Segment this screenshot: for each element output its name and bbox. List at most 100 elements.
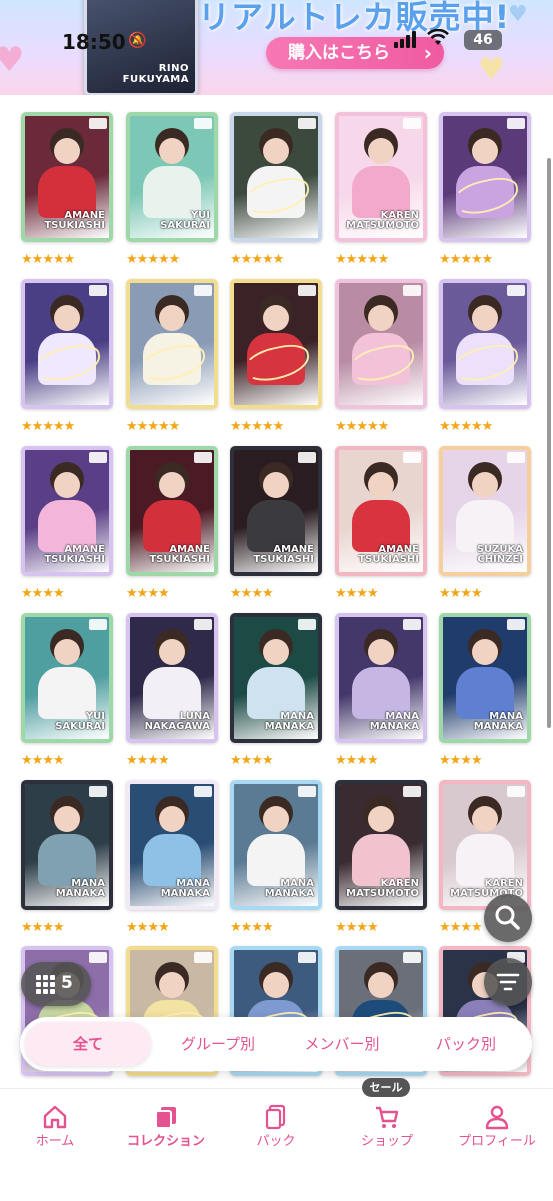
banner-card-name-first: RINO: [158, 63, 189, 74]
collection-card[interactable]: SUZUKA CHINZEI: [439, 446, 531, 576]
collection-card[interactable]: MANA MANAKA: [126, 780, 218, 910]
collection-card[interactable]: [439, 112, 531, 242]
collection-card[interactable]: AMANE TSUKIASHI: [126, 446, 218, 576]
star-icon: ★: [52, 586, 65, 601]
collection-card[interactable]: KAREN MATSUMOTO: [335, 780, 427, 910]
tab-all[interactable]: 全て: [25, 1022, 151, 1066]
tab-by-pack[interactable]: パック別: [404, 1022, 528, 1066]
promo-banner[interactable]: ♥ ♥ ♥ RINO FUKUYAMA リアルトレカ販売中! 購入はこちら ›: [0, 0, 553, 95]
star-icon: ★: [136, 252, 149, 267]
star-icon: ★: [31, 753, 44, 768]
banner-purchase-button[interactable]: 購入はこちら ›: [266, 37, 444, 69]
tab-by-member[interactable]: メンバー別: [280, 1022, 404, 1066]
star-icon: ★: [21, 753, 33, 768]
collection-card[interactable]: AMANE TSUKIASHI: [230, 446, 322, 576]
collection-card[interactable]: MANA MANAKA: [439, 613, 531, 743]
star-icon: ★: [157, 586, 170, 601]
star-icon: ★: [439, 920, 451, 935]
search-button[interactable]: [484, 894, 532, 942]
card-name-last: MANAKA: [55, 888, 105, 899]
nav-shop[interactable]: ショップ: [337, 1089, 437, 1169]
card-collection-grid[interactable]: AMANE TSUKIASHI ★★★★★ YUI SAKURAI ★★★★★ ★★★★★ K…: [0, 95, 553, 1085]
star-icon: ★: [439, 586, 451, 601]
collection-card[interactable]: MANA MANAKA: [230, 780, 322, 910]
star-icon: ★: [42, 419, 54, 434]
card-name-last: TSUKIASHI: [253, 554, 314, 565]
star-icon: ★: [366, 419, 379, 434]
card-figure-head: [159, 305, 185, 331]
banner-card-name-last: FUKUYAMA: [122, 74, 189, 85]
card-figure-head: [368, 472, 394, 498]
star-icon: ★: [449, 920, 462, 935]
collection-card[interactable]: KAREN MATSUMOTO: [439, 780, 531, 910]
collection-card[interactable]: AMANE TSUKIASHI: [21, 446, 113, 576]
star-icon: ★: [240, 252, 253, 267]
collection-card[interactable]: [230, 279, 322, 409]
card-brand-logo: [194, 285, 212, 296]
card-rarity-stars: ★★★★: [439, 582, 483, 601]
star-icon: ★: [460, 419, 472, 434]
collection-card[interactable]: MANA MANAKA: [335, 613, 427, 743]
card-brand-logo: [298, 619, 316, 630]
collection-card[interactable]: YUI SAKURAI: [126, 112, 218, 242]
card-brand-logo: [507, 619, 525, 630]
star-icon: ★: [147, 419, 159, 434]
card-figure-head: [263, 472, 289, 498]
filter-button[interactable]: [484, 958, 532, 1006]
star-icon: ★: [42, 920, 54, 935]
grid-columns-button[interactable]: 5: [21, 962, 91, 1006]
filter-icon: [496, 973, 520, 991]
collection-card[interactable]: LUNA NAKAGAWA: [126, 613, 218, 743]
collection-card[interactable]: KAREN MATSUMOTO: [335, 112, 427, 242]
star-icon: ★: [52, 920, 65, 935]
collection-card[interactable]: YUI SAKURAI: [21, 613, 113, 743]
nav-home-label: ホーム: [35, 1134, 75, 1149]
banner-purchase-label: 購入はこちら: [288, 43, 390, 63]
star-icon: ★: [272, 419, 285, 434]
nav-home[interactable]: ホーム: [5, 1089, 105, 1169]
star-icon: ★: [147, 753, 159, 768]
card-rarity-stars: ★★★★★: [439, 415, 493, 434]
star-icon: ★: [21, 586, 33, 601]
collection-card[interactable]: MANA MANAKA: [21, 780, 113, 910]
nav-profile[interactable]: プロフィール: [447, 1089, 547, 1169]
collection-card[interactable]: AMANE TSUKIASHI: [335, 446, 427, 576]
nav-collection[interactable]: コレクション: [116, 1089, 216, 1169]
card-rarity-stars: ★★★★: [126, 582, 170, 601]
card-rarity-stars: ★★★★★: [335, 415, 389, 434]
card-figure-head: [54, 806, 80, 832]
card-member-name: YUI SAKURAI: [55, 712, 105, 732]
nav-pack[interactable]: パック: [226, 1089, 326, 1169]
star-icon: ★: [240, 419, 253, 434]
collection-card[interactable]: [126, 279, 218, 409]
card-brand-logo: [194, 952, 212, 963]
card-brand-logo: [403, 452, 421, 463]
collection-card[interactable]: [335, 279, 427, 409]
star-icon: ★: [147, 252, 159, 267]
card-member-name: AMANE TSUKIASHI: [149, 545, 210, 565]
star-icon: ★: [168, 419, 181, 434]
collection-card[interactable]: MANA MANAKA: [230, 613, 322, 743]
home-icon: [43, 1105, 67, 1129]
star-icon: ★: [335, 419, 347, 434]
star-icon: ★: [356, 586, 368, 601]
card-brand-logo: [194, 452, 212, 463]
star-icon: ★: [345, 586, 358, 601]
star-icon: ★: [345, 920, 358, 935]
card-brand-logo: [403, 619, 421, 630]
collection-card[interactable]: [439, 279, 531, 409]
card-brand-logo: [89, 118, 107, 129]
collection-card[interactable]: AMANE TSUKIASHI: [21, 112, 113, 242]
collection-card[interactable]: [21, 279, 113, 409]
banner-title: リアルトレカ販売中!: [198, 0, 511, 36]
scrollbar[interactable]: [547, 158, 551, 728]
card-rarity-stars: ★★★★★: [126, 415, 180, 434]
nav-pack-label: パック: [256, 1134, 296, 1149]
card-name-last: NAKAGAWA: [144, 721, 210, 732]
star-icon: ★: [31, 252, 44, 267]
tab-by-group[interactable]: グループ別: [156, 1022, 280, 1066]
star-icon: ★: [481, 252, 494, 267]
card-member-name: MANA MANAKA: [56, 879, 105, 899]
collection-card[interactable]: [230, 112, 322, 242]
card-figure-head: [54, 138, 80, 164]
